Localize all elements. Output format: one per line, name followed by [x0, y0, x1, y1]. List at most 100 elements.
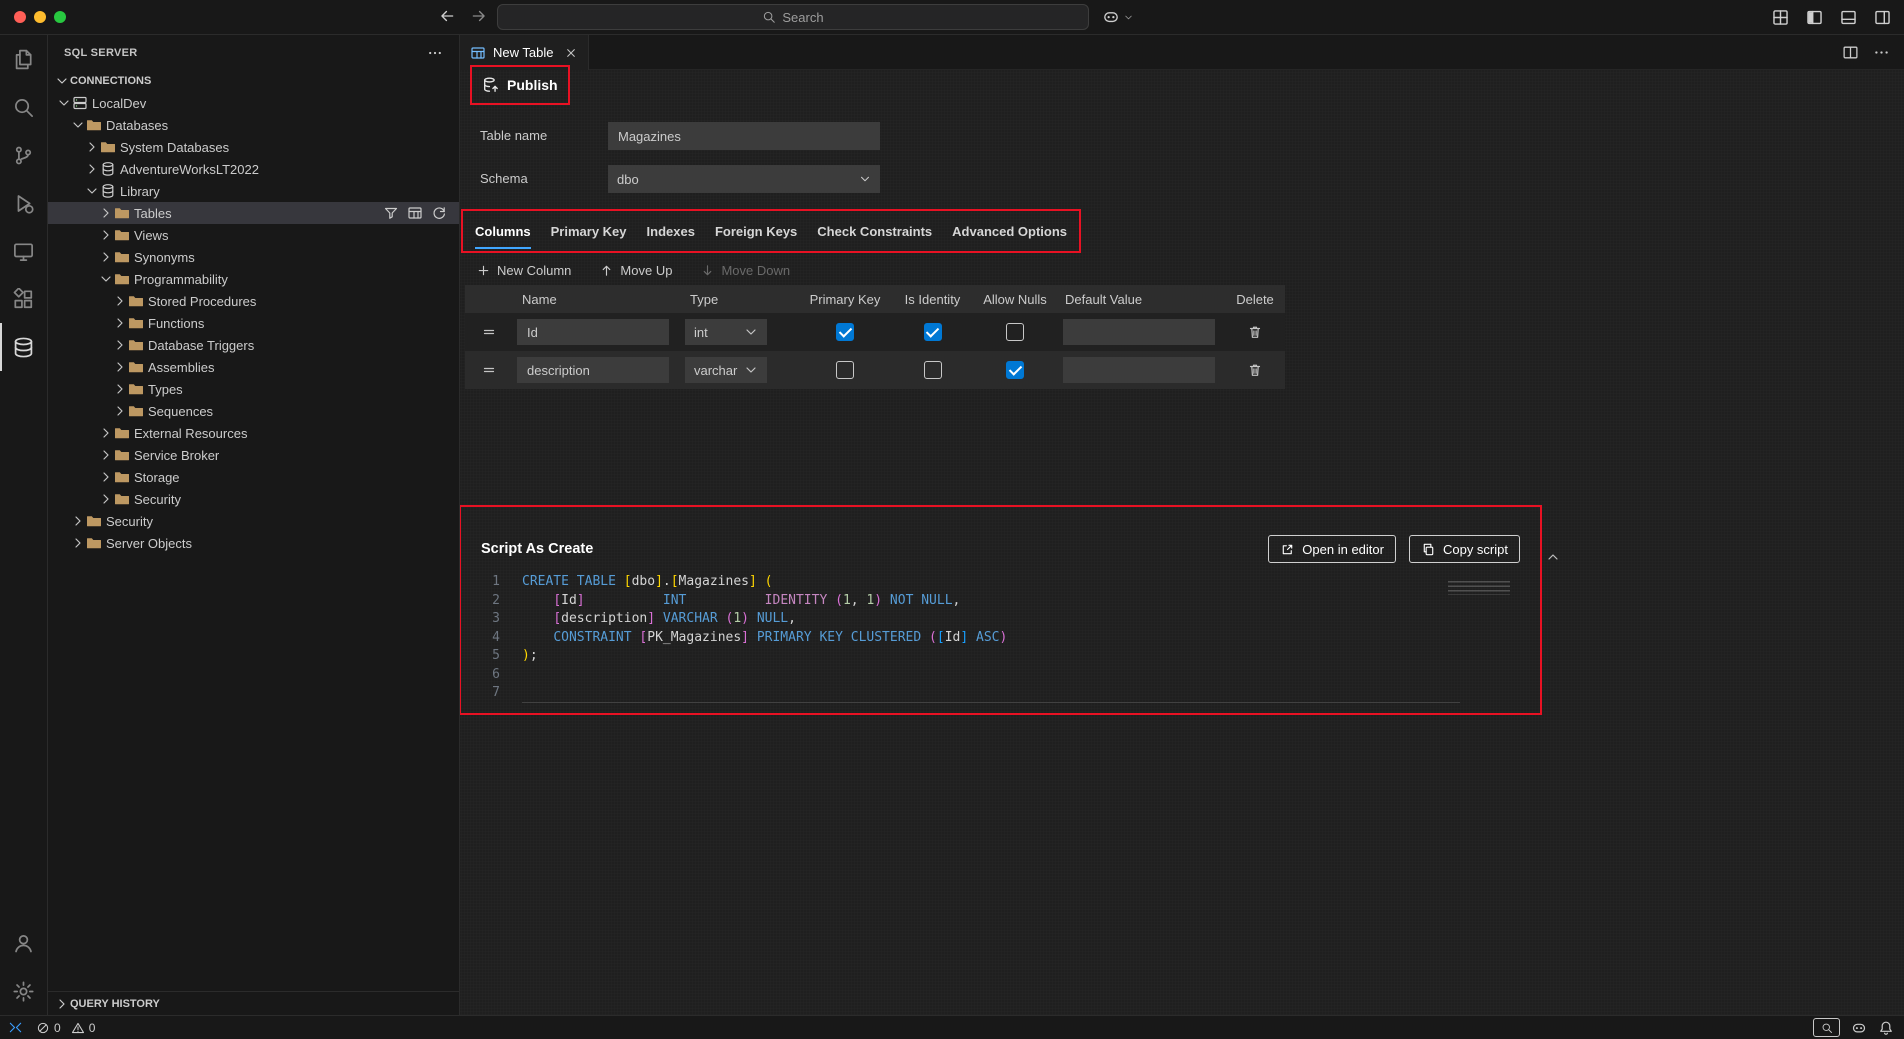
- activitybar-settings[interactable]: [0, 967, 47, 1015]
- primary-key-checkbox[interactable]: [836, 323, 854, 341]
- activitybar-accounts[interactable]: [0, 919, 47, 967]
- allow-nulls-checkbox[interactable]: [1006, 323, 1024, 341]
- new-column-button[interactable]: New Column: [476, 263, 571, 278]
- tree-item-database-triggers[interactable]: Database Triggers: [48, 334, 459, 356]
- column-type-select[interactable]: varchar: [685, 357, 767, 383]
- search-icon: [762, 10, 776, 24]
- move-down-button[interactable]: Move Down: [700, 263, 790, 278]
- tree-item-storage[interactable]: Storage: [48, 466, 459, 488]
- activitybar-explorer[interactable]: [0, 35, 47, 83]
- default-value-input[interactable]: [1063, 357, 1215, 383]
- designer-tab-columns[interactable]: Columns: [465, 213, 541, 249]
- minimize-window-button[interactable]: [34, 11, 46, 23]
- table-name-input[interactable]: [608, 122, 880, 150]
- tree-item-synonyms[interactable]: Synonyms: [48, 246, 459, 268]
- split-editor-icon[interactable]: [1842, 44, 1859, 61]
- copy-script-button[interactable]: Copy script: [1409, 535, 1520, 563]
- code-line-6[interactable]: 6: [463, 666, 1538, 685]
- tab-new-table[interactable]: New Table: [460, 35, 589, 70]
- schema-select[interactable]: dbo: [608, 165, 880, 193]
- close-tab-icon[interactable]: [564, 46, 578, 60]
- chevron-right-icon: [70, 513, 86, 529]
- trash-icon[interactable]: [1247, 324, 1263, 340]
- allow-nulls-checkbox[interactable]: [1006, 361, 1024, 379]
- code-line-4[interactable]: 4 CONSTRAINT [PK_Magazines] PRIMARY KEY …: [463, 629, 1538, 648]
- code-line-5[interactable]: 5);: [463, 647, 1538, 666]
- designer-tab-check-constraints[interactable]: Check Constraints: [807, 213, 942, 249]
- designer-tab-indexes[interactable]: Indexes: [637, 213, 705, 249]
- sidebar-header: SQL SERVER: [48, 35, 459, 70]
- filter-icon[interactable]: [383, 205, 399, 221]
- problems-indicator[interactable]: 0 0: [36, 1021, 101, 1035]
- column-name-input[interactable]: [517, 357, 669, 383]
- more-actions-icon[interactable]: [427, 45, 443, 61]
- activitybar-remote-explorer[interactable]: [0, 227, 47, 275]
- more-actions-icon[interactable]: [1873, 44, 1890, 61]
- tree-item-views[interactable]: Views: [48, 224, 459, 246]
- open-in-editor-button[interactable]: Open in editor: [1268, 535, 1396, 563]
- tree-item-functions[interactable]: Functions: [48, 312, 459, 334]
- tree-item-databases[interactable]: Databases: [48, 114, 459, 136]
- activitybar-source-control[interactable]: [0, 131, 47, 179]
- connections-section-header[interactable]: CONNECTIONS: [48, 70, 459, 92]
- code-line-1[interactable]: 1CREATE TABLE [dbo].[Magazines] (: [463, 573, 1538, 592]
- tree-item-types[interactable]: Types: [48, 378, 459, 400]
- activitybar-search[interactable]: [0, 83, 47, 131]
- toggle-secondary-sidebar-icon[interactable]: [1873, 8, 1892, 27]
- tree-item-adventureworkslt2022[interactable]: AdventureWorksLT2022: [48, 158, 459, 180]
- tree-item-library[interactable]: Library: [48, 180, 459, 202]
- code-line-2[interactable]: 2 [Id] INT IDENTITY (1, 1) NOT NULL,: [463, 592, 1538, 611]
- tree-item-sequences[interactable]: Sequences: [48, 400, 459, 422]
- table-icon[interactable]: [407, 205, 423, 221]
- column-type-select[interactable]: int: [685, 319, 767, 345]
- move-up-button[interactable]: Move Up: [599, 263, 672, 278]
- drag-handle-icon[interactable]: [481, 362, 497, 378]
- designer-tab-advanced-options[interactable]: Advanced Options: [942, 213, 1077, 249]
- drag-handle-icon[interactable]: [481, 324, 497, 340]
- activitybar-run-debug[interactable]: [0, 179, 47, 227]
- is-identity-checkbox[interactable]: [924, 323, 942, 341]
- designer-tab-foreign-keys[interactable]: Foreign Keys: [705, 213, 807, 249]
- toggle-primary-sidebar-icon[interactable]: [1805, 8, 1824, 27]
- designer-tab-primary-key[interactable]: Primary Key: [541, 213, 637, 249]
- tree-item-tables[interactable]: Tables: [48, 202, 459, 224]
- script-code-editor[interactable]: 1CREATE TABLE [dbo].[Magazines] (2 [Id] …: [463, 573, 1538, 711]
- activitybar-extensions[interactable]: [0, 275, 47, 323]
- zoom-window-button[interactable]: [54, 11, 66, 23]
- tree-item-stored-procedures[interactable]: Stored Procedures: [48, 290, 459, 312]
- tree-item-localdev[interactable]: LocalDev: [48, 92, 459, 114]
- back-icon[interactable]: [438, 7, 456, 25]
- trash-icon[interactable]: [1247, 362, 1263, 378]
- folder-icon: [86, 535, 102, 551]
- default-value-input[interactable]: [1063, 319, 1215, 345]
- forward-icon[interactable]: [470, 7, 488, 25]
- screencast-zoom-button[interactable]: [1813, 1018, 1840, 1037]
- tree-item-external-resources[interactable]: External Resources: [48, 422, 459, 444]
- toggle-panel-icon[interactable]: [1839, 8, 1858, 27]
- activitybar-sql-server[interactable]: [0, 323, 47, 371]
- customize-layout-icon[interactable]: [1771, 8, 1790, 27]
- is-identity-checkbox[interactable]: [924, 361, 942, 379]
- bell-icon[interactable]: [1878, 1020, 1894, 1036]
- code-line-7[interactable]: 7: [463, 684, 1538, 703]
- query-history-section-header[interactable]: QUERY HISTORY: [48, 991, 459, 1015]
- tree-item-security[interactable]: Security: [48, 510, 459, 532]
- primary-key-checkbox[interactable]: [836, 361, 854, 379]
- tree-item-assemblies[interactable]: Assemblies: [48, 356, 459, 378]
- warning-count: 0: [89, 1021, 96, 1035]
- tree-item-server-objects[interactable]: Server Objects: [48, 532, 459, 554]
- tree-item-system-databases[interactable]: System Databases: [48, 136, 459, 158]
- chevron-up-icon[interactable]: [1545, 549, 1561, 565]
- tree-item-security[interactable]: Security: [48, 488, 459, 510]
- refresh-icon[interactable]: [431, 205, 447, 221]
- copilot-icon[interactable]: [1851, 1020, 1867, 1036]
- code-line-3[interactable]: 3 [description] VARCHAR (1) NULL,: [463, 610, 1538, 629]
- close-window-button[interactable]: [14, 11, 26, 23]
- tree-item-programmability[interactable]: Programmability: [48, 268, 459, 290]
- copilot-menu[interactable]: [1102, 8, 1134, 26]
- remote-indicator[interactable]: [0, 1016, 30, 1039]
- tree-item-service-broker[interactable]: Service Broker: [48, 444, 459, 466]
- publish-button[interactable]: Publish: [476, 71, 564, 99]
- column-name-input[interactable]: [517, 319, 669, 345]
- command-center-search[interactable]: Search: [497, 4, 1089, 30]
